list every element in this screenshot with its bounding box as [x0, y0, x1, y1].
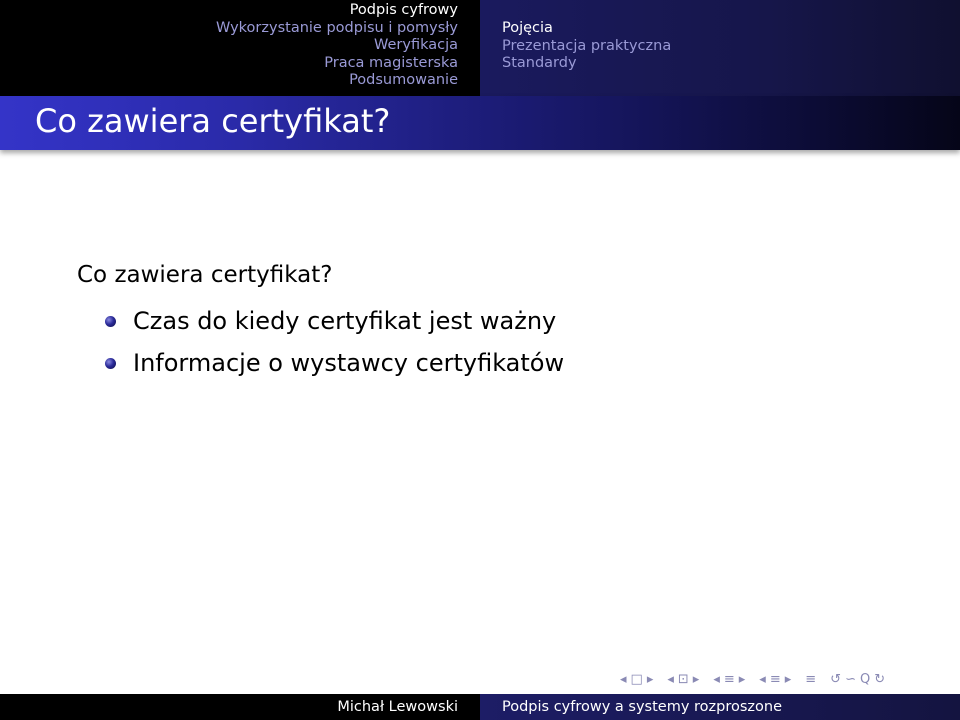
list-item: Informacje o wystawcy certyfikatów — [105, 342, 564, 384]
section-link-podsumowanie[interactable]: Podsumowanie — [349, 72, 458, 90]
nav-search-icon[interactable]: ∽ — [845, 672, 856, 687]
section-link-praca-magisterska[interactable]: Praca magisterska — [324, 55, 458, 73]
nav-left-arrow-icon[interactable]: ◂ — [759, 672, 766, 687]
section-link-podpis-cyfrowy[interactable]: Podpis cyfrowy — [350, 2, 458, 20]
bullet-ball-icon — [105, 357, 116, 369]
footer-title: Podpis cyfrowy a systemy rozproszone — [480, 694, 960, 720]
section-link-wykorzystanie[interactable]: Wykorzystanie podpisu i pomysły — [216, 20, 458, 38]
nav-zoom-icon[interactable]: Q — [860, 672, 870, 687]
nav-outline-icon[interactable]: ≡ — [805, 672, 816, 687]
nav-document-icon[interactable]: ≡ — [770, 672, 781, 687]
nav-section-icon[interactable]: ≡ — [724, 672, 735, 687]
nav-right-arrow-icon[interactable]: ▸ — [739, 672, 746, 687]
section-navigation: Podpis cyfrowy Wykorzystanie podpisu i p… — [0, 0, 480, 96]
bullet-list: Czas do kiedy certyfikat jest ważny Info… — [105, 300, 564, 384]
nav-right-arrow-icon[interactable]: ▸ — [785, 672, 792, 687]
subsection-navigation: Pojęcia Prezentacja praktyczna Standardy — [480, 0, 960, 96]
nav-right-arrow-icon[interactable]: ▸ — [693, 672, 700, 687]
nav-forward-icon[interactable]: ↻ — [874, 672, 885, 687]
nav-back-icon[interactable]: ↺ — [830, 672, 841, 687]
nav-left-arrow-icon[interactable]: ◂ — [620, 672, 627, 687]
frame-title: Co zawiera certyfikat? — [35, 102, 391, 140]
bullet-text: Czas do kiedy certyfikat jest ważny — [133, 307, 557, 335]
footer-author: Michał Lewowski — [0, 694, 480, 720]
nav-right-arrow-icon[interactable]: ▸ — [647, 672, 654, 687]
subsection-link-pojecia[interactable]: Pojęcia — [502, 20, 553, 38]
list-item: Czas do kiedy certyfikat jest ważny — [105, 300, 564, 342]
nav-left-arrow-icon[interactable]: ◂ — [713, 672, 720, 687]
navigation-symbols: ◂ □ ▸ ◂ ⊡ ▸ ◂ ≡ ▸ ◂ ≡ ▸ ≡ ↺ ∽ Q ↻ — [620, 670, 889, 688]
bullet-ball-icon — [105, 315, 116, 327]
subsection-link-prezentacja[interactable]: Prezentacja praktyczna — [502, 38, 671, 56]
footline: Michał Lewowski Podpis cyfrowy a systemy… — [0, 694, 960, 720]
nav-left-arrow-icon[interactable]: ◂ — [667, 672, 674, 687]
intro-text: Co zawiera certyfikat? — [77, 262, 333, 288]
nav-subsection-icon[interactable]: ⊡ — [678, 672, 689, 687]
bullet-text: Informacje o wystawcy certyfikatów — [133, 349, 565, 377]
section-link-weryfikacja[interactable]: Weryfikacja — [374, 37, 458, 55]
headline: Podpis cyfrowy Wykorzystanie podpisu i p… — [0, 0, 960, 96]
slide-content: Co zawiera certyfikat? Czas do kiedy cer… — [77, 262, 564, 384]
frame-title-bar: Co zawiera certyfikat? — [0, 96, 960, 150]
nav-frame-icon[interactable]: □ — [631, 672, 643, 687]
subsection-link-standardy[interactable]: Standardy — [502, 55, 577, 73]
